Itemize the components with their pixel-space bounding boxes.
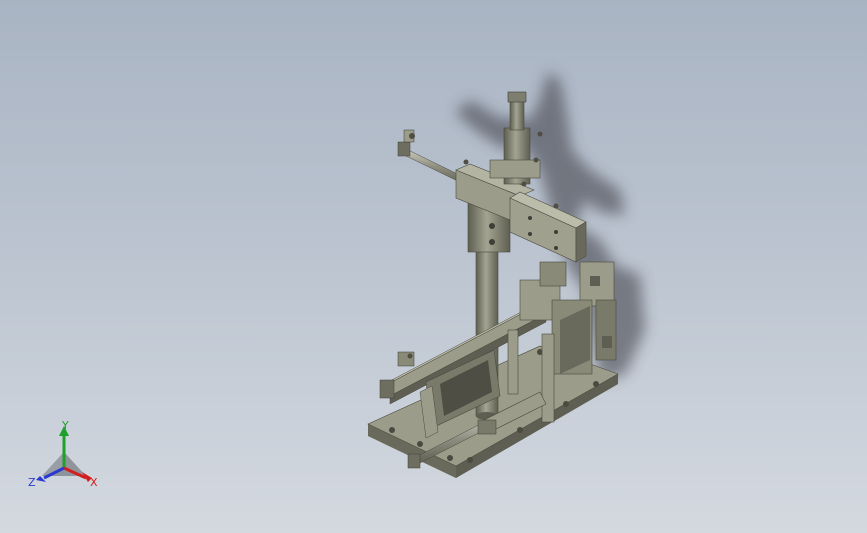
y-axis-label: Y (61, 419, 69, 432)
coordinate-triad[interactable]: Y X Z (22, 418, 106, 494)
graphics-viewport[interactable]: Y X Z (0, 0, 867, 533)
x-axis-label: X (90, 476, 98, 489)
assembly-model[interactable] (0, 0, 867, 533)
z-axis-label: Z (28, 476, 36, 489)
